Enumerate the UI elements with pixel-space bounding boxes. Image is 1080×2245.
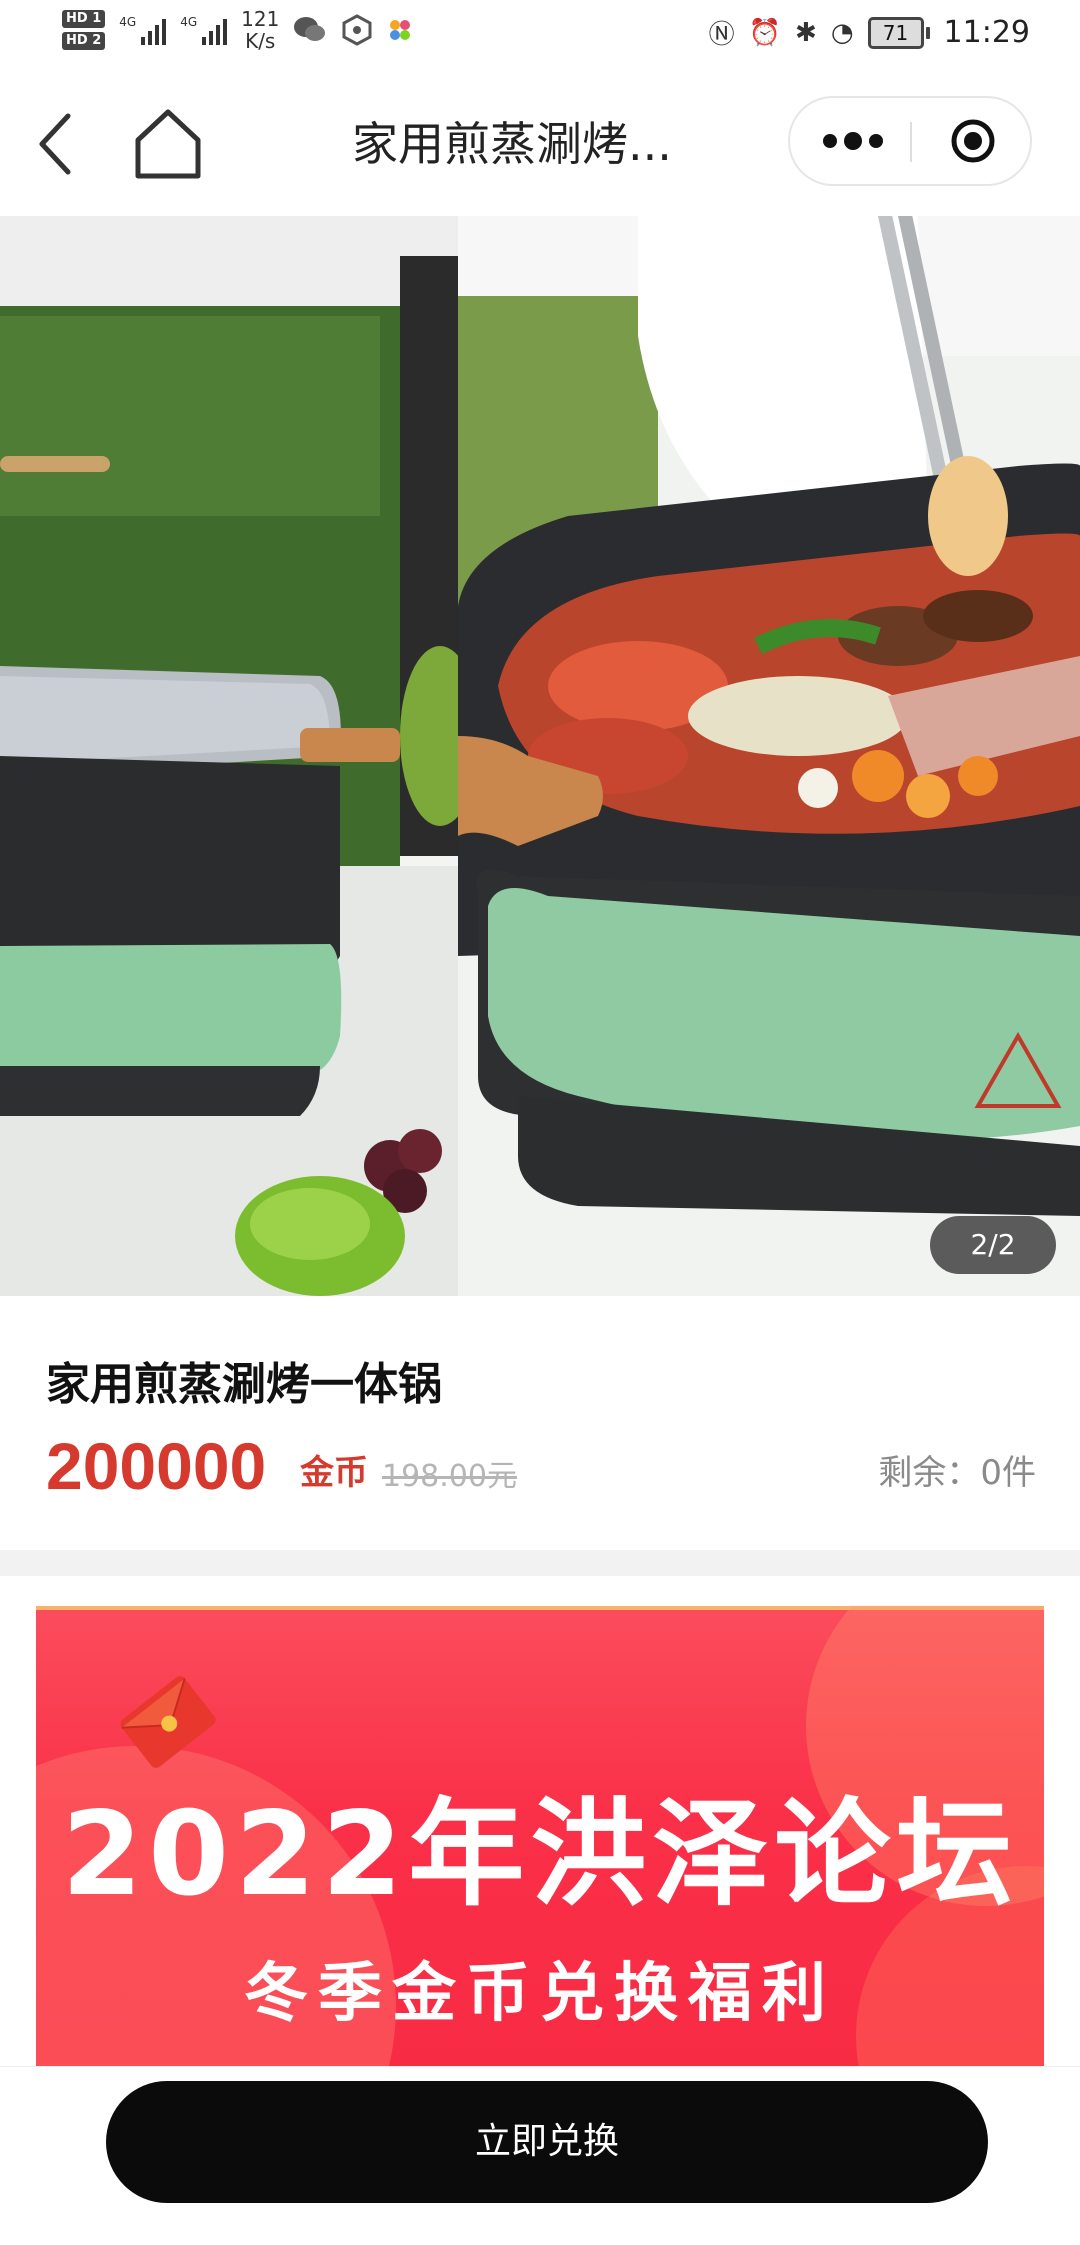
- nfc-icon: Ⓝ: [708, 20, 735, 50]
- nav-bar: 家用煎蒸涮烤...: [0, 72, 1080, 216]
- battery-icon: 71: [867, 16, 930, 49]
- original-price: 198.00元: [382, 1459, 517, 1494]
- speed-value: 121: [241, 7, 280, 31]
- mini-program-capsule: [788, 96, 1032, 186]
- product-name: 家用煎蒸涮烤一体锅: [46, 1359, 442, 1410]
- status-bar: HD 1 HD 2 4G 4G 121 K/s Ⓝ ⏰ ✱ ◔ 71 11:29: [0, 0, 1080, 72]
- redeem-button[interactable]: 立即兑换: [106, 2081, 988, 2203]
- banner-subtitle: 冬季金币兑换福利: [244, 1957, 836, 2031]
- hd1-badge: HD 1: [62, 10, 106, 28]
- hd2-badge: HD 2: [62, 32, 106, 50]
- product-image-1: [0, 216, 458, 1296]
- image-indicator: 2/2: [930, 1216, 1056, 1274]
- price-value: 200000: [46, 1429, 267, 1503]
- bluetooth-icon: ✱: [795, 17, 817, 48]
- hd-indicators: HD 1 HD 2: [62, 10, 106, 50]
- status-left: HD 1 HD 2 4G 4G 121 K/s: [62, 8, 413, 52]
- network-speed: 121 K/s: [241, 8, 279, 52]
- bottom-action-bar: 立即兑换: [0, 2066, 1080, 2245]
- clock: 11:29: [943, 15, 1030, 50]
- target-circle-icon[interactable]: [950, 118, 996, 164]
- alarm-icon: ⏰: [748, 17, 782, 48]
- back-arrow-icon[interactable]: [28, 110, 88, 178]
- banner-title: 2022年洪泽论坛: [61, 1787, 1019, 1922]
- price-unit: 金币: [300, 1453, 368, 1493]
- battery-level: 71: [867, 16, 924, 49]
- speedometer-icon: ◔: [830, 17, 854, 48]
- shield-app-icon: [342, 14, 372, 46]
- page-title: 家用煎蒸涮烤...: [352, 117, 672, 171]
- product-info: 家用煎蒸涮烤一体锅 200000 金币 198.00元 剩余：0件: [0, 1296, 1080, 1550]
- status-right: Ⓝ ⏰ ✱ ◔ 71 11:29: [709, 14, 1030, 51]
- wechat-icon: [294, 17, 326, 41]
- colorful-app-icon: [390, 20, 411, 40]
- signal-icon-2: 4G: [180, 15, 228, 45]
- capsule-divider: [910, 122, 912, 162]
- stock-remaining: 剩余：0件: [878, 1453, 1036, 1493]
- network1-label: 4G: [119, 15, 137, 29]
- product-image-2: [458, 216, 1080, 1296]
- product-image-carousel[interactable]: 2/2: [0, 216, 1080, 1296]
- red-envelope-icon: [120, 1676, 216, 1768]
- network2-label: 4G: [180, 15, 198, 29]
- price-row: 200000 金币 198.00元 剩余：0件: [46, 1426, 1036, 1506]
- more-dots-icon[interactable]: [808, 98, 898, 184]
- home-icon[interactable]: [128, 106, 208, 182]
- promo-banner[interactable]: 2022年洪泽论坛 冬季金币兑换福利: [36, 1606, 1044, 2066]
- section-divider: [0, 1550, 1080, 1576]
- speed-unit: K/s: [245, 29, 276, 53]
- signal-icon: 4G: [119, 15, 167, 45]
